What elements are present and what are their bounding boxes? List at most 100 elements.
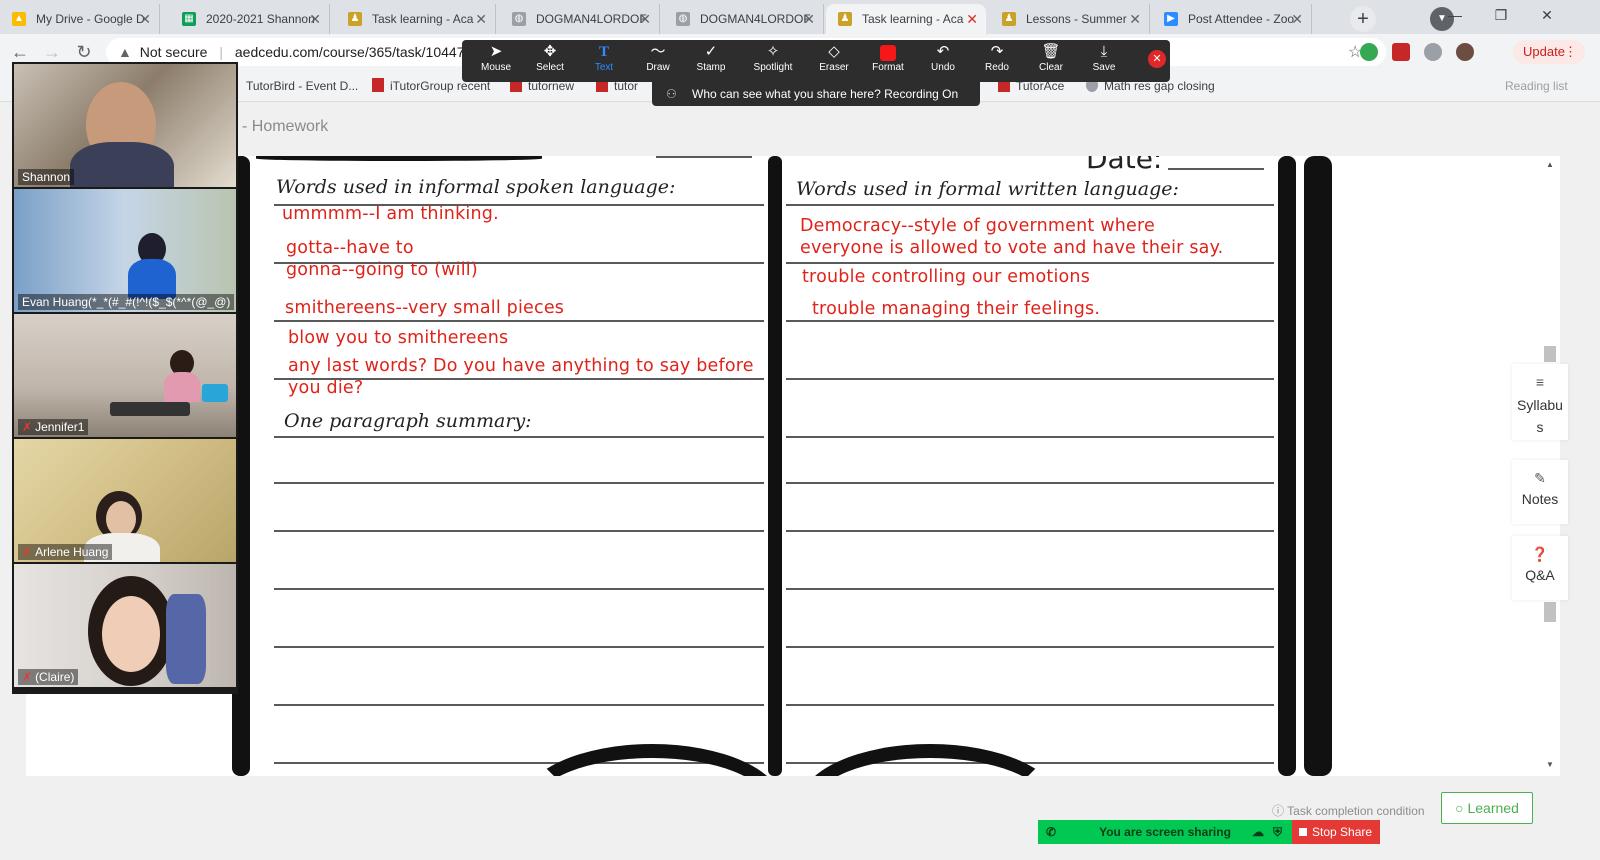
zoom-annotation-toolbar: ➤ Mouse ✥ Select T Text 〜 Draw ✓ Stamp ✧ Spotl…: [462, 40, 1170, 82]
share-visibility-banner[interactable]: ⚇ Who can see what you share here? Recor…: [652, 82, 980, 106]
tool-stamp[interactable]: ✓ Stamp: [684, 40, 738, 73]
stop-share-button[interactable]: Stop Share: [1292, 820, 1380, 844]
video-tile-arlene[interactable]: ✗ Arlene Huang: [14, 439, 236, 562]
tab-task-learning-1[interactable]: ♟ Task learning - Aca ✕: [336, 4, 496, 34]
tab-my-drive[interactable]: ▲ My Drive - Google D ✕: [0, 4, 160, 34]
tab-strip: ▲ My Drive - Google D ✕ ▦ 2020-2021 Shan…: [0, 0, 1600, 34]
qa-button[interactable]: ❓ Q&A: [1512, 536, 1568, 600]
close-icon[interactable]: ✕: [475, 4, 487, 34]
extension-green-icon[interactable]: [1360, 43, 1378, 61]
tool-select[interactable]: ✥ Select: [523, 40, 577, 73]
note-you-die: you die?: [288, 378, 364, 398]
tool-draw[interactable]: 〜 Draw: [631, 40, 685, 73]
note-blow-you: blow you to smithereens: [288, 328, 509, 348]
syllabus-button[interactable]: ≡ Syllabus: [1512, 364, 1568, 440]
check-icon: ✓: [704, 43, 718, 60]
worksheet-viewer[interactable]: Words used in informal spoken language: …: [26, 156, 1560, 776]
notebook-cover-edge: [1304, 156, 1332, 776]
minimize-icon[interactable]: —: [1432, 0, 1478, 30]
tab-sheets[interactable]: ▦ 2020-2021 Shannon ✕: [170, 4, 330, 34]
ublock-icon[interactable]: [1392, 43, 1410, 61]
close-annotation-icon[interactable]: ✕: [1148, 50, 1166, 68]
tool-save[interactable]: ⤓ Save: [1077, 40, 1131, 73]
tool-text[interactable]: T Text: [577, 40, 631, 73]
restore-icon[interactable]: ❐: [1478, 0, 1524, 30]
notebook-spine-right: [1278, 156, 1296, 776]
close-icon[interactable]: ✕: [803, 4, 815, 34]
video-tile-evan[interactable]: Evan Huang(*_*(#_#(!^!($_$(*^*(@_@): [14, 189, 236, 312]
tool-eraser[interactable]: ◇ Eraser: [807, 40, 861, 73]
security-label: Not secure: [139, 44, 208, 60]
note-gotta: gotta--have to: [286, 238, 414, 258]
new-tab-button[interactable]: +: [1350, 6, 1376, 32]
google-drive-icon: ▲: [12, 12, 26, 26]
muted-mic-icon: ✗: [22, 670, 33, 684]
note-last-words: any last words? Do you have anything to …: [288, 356, 754, 376]
tool-mouse[interactable]: ➤ Mouse: [469, 40, 523, 73]
cloud-icon: ☁: [1252, 825, 1264, 839]
formal-heading: Words used in formal written language:: [796, 178, 1179, 200]
download-icon: ⤓: [1100, 43, 1108, 60]
video-tile-jennifer[interactable]: ✗ Jennifer1: [14, 314, 236, 437]
notes-button[interactable]: ✎ Notes: [1512, 460, 1568, 524]
tab-task-learning-active[interactable]: ♟ Task learning - Aca ✕: [826, 4, 986, 34]
circle-icon: ○: [1455, 800, 1464, 816]
trash-icon: 🗑: [1041, 43, 1061, 60]
close-icon[interactable]: ✕: [639, 4, 651, 34]
text-icon: T: [598, 44, 609, 60]
scroll-thumb[interactable]: [1544, 346, 1556, 362]
learned-button[interactable]: ○ Learned: [1441, 792, 1533, 824]
back-icon[interactable]: ←: [8, 40, 32, 64]
informal-heading: Words used in informal spoken language:: [276, 176, 676, 198]
video-tile-shannon[interactable]: Shannon: [14, 64, 236, 187]
scroll-up-icon[interactable]: ▲: [1546, 160, 1554, 169]
close-icon[interactable]: ✕: [1291, 4, 1303, 34]
video-tile-claire[interactable]: ✗ (Claire): [14, 564, 236, 687]
warning-icon: ▲: [118, 44, 132, 60]
extensions-puzzle-icon[interactable]: [1424, 43, 1442, 61]
screen-sharing-bar[interactable]: ✆ You are screen sharing ☁ ⛨: [1038, 820, 1292, 844]
aedc-icon: ♟: [1002, 12, 1016, 26]
bookmark-tutorbird[interactable]: TutorBird - Event D...: [246, 70, 358, 102]
close-icon[interactable]: ✕: [1129, 4, 1141, 34]
summary-heading: One paragraph summary:: [284, 410, 532, 432]
scroll-down-icon[interactable]: ▼: [1546, 760, 1554, 769]
more-menu-icon: ⋮: [1564, 44, 1577, 59]
tool-undo[interactable]: ↶ Undo: [916, 40, 970, 73]
menu-icon: ≡: [1535, 374, 1545, 390]
tab-dogman-1[interactable]: ◍ DOGMAN4LORDOF ✕: [500, 4, 660, 34]
tab-dogman-2[interactable]: ◍ DOGMAN4LORDOF ✕: [664, 4, 824, 34]
close-icon[interactable]: ✕: [309, 4, 321, 34]
worksheet-right-page: Words used in formal written language: D…: [786, 156, 1274, 776]
close-icon[interactable]: ✕: [139, 4, 151, 34]
eraser-icon: ◇: [828, 43, 840, 60]
update-button[interactable]: Update ⋮: [1513, 40, 1585, 64]
tab-post-attendee[interactable]: ▶ Post Attendee - Zoo ✕: [1152, 4, 1312, 34]
window-close-icon[interactable]: ✕: [1524, 0, 1570, 30]
itutor-icon: [372, 78, 384, 92]
notebook-spine-middle: [768, 156, 782, 776]
task-completion-condition[interactable]: ⓘ Task completion condition: [1272, 802, 1425, 819]
pencil-icon: ✎: [1534, 470, 1546, 486]
muted-mic-icon: ✗: [22, 545, 33, 559]
scroll-thumb-lower[interactable]: [1544, 602, 1556, 622]
tool-redo[interactable]: ↷ Redo: [970, 40, 1024, 73]
reading-list[interactable]: Reading list: [1505, 70, 1568, 102]
undo-icon: ↶: [936, 43, 950, 60]
video-gallery: Shannon Evan Huang(*_*(#_#(!^!($_$(*^*(@…: [12, 62, 238, 694]
tool-clear[interactable]: 🗑 Clear: [1024, 40, 1078, 73]
page-content: - Homework Words used in informal spoken…: [0, 102, 1600, 860]
color-swatch-icon: [880, 45, 896, 61]
tool-spotlight[interactable]: ✧ Spotlight: [746, 40, 800, 73]
profile-avatar[interactable]: [1456, 43, 1474, 61]
note-everyone-vote: everyone is allowed to vote and have the…: [800, 238, 1224, 258]
reload-icon[interactable]: ↻: [72, 40, 96, 64]
note-smithereens: smithereens--very small pieces: [285, 298, 565, 318]
note-trouble-managing: trouble managing their feelings.: [812, 299, 1101, 319]
forward-icon[interactable]: →: [40, 40, 64, 64]
tab-lessons[interactable]: ♟ Lessons - Summer ✕: [990, 4, 1150, 34]
tool-format[interactable]: Format: [861, 40, 915, 73]
note-ummmm: ummmm--I am thinking.: [282, 204, 499, 224]
note-trouble-controlling: trouble controlling our emotions: [802, 267, 1091, 287]
close-icon[interactable]: ✕: [966, 4, 978, 34]
